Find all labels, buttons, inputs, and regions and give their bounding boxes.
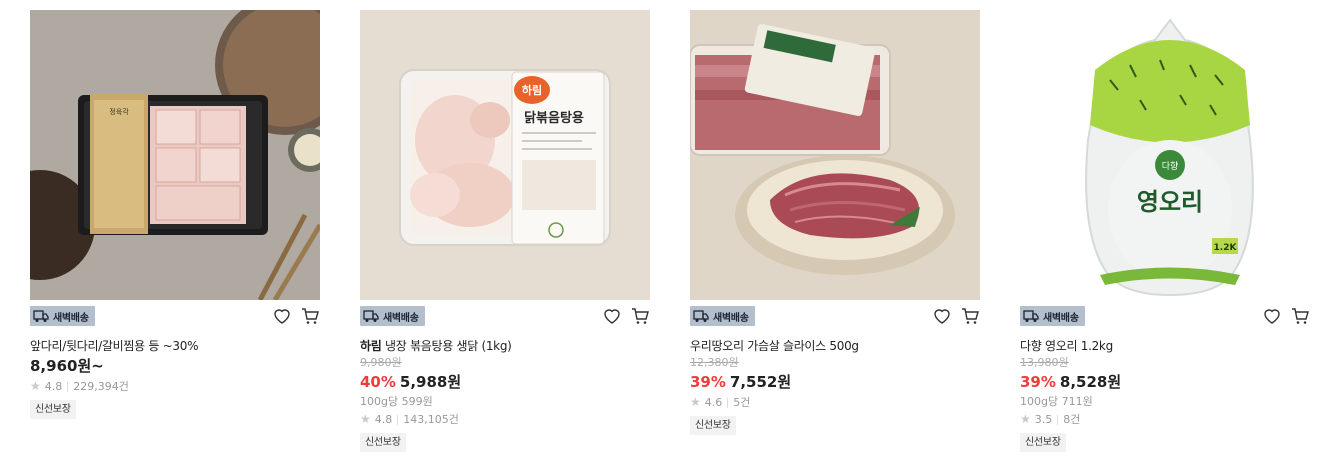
rating-score: 3.5 (1034, 413, 1053, 426)
product-name[interactable]: 우리땅오리 가슴살 슬라이스 500g (690, 338, 980, 354)
review-count: 143,105건 (403, 413, 459, 426)
product-image[interactable]: 다향 영오리 1.2K (1020, 10, 1310, 300)
cart-icon[interactable] (300, 306, 320, 326)
unit-price: 100g당 599원 (360, 395, 433, 408)
divider (397, 414, 399, 425)
rating: ★ 4.6 5건 (690, 395, 980, 410)
package-label: 정육각 (109, 107, 129, 116)
discount-rate: 40% (360, 373, 396, 391)
discount-rate: 39% (690, 373, 726, 391)
rating-score: 4.8 (374, 413, 393, 426)
cart-icon[interactable] (960, 306, 980, 326)
package-weight: 1.2K (1214, 243, 1238, 253)
product-name[interactable]: 하림 냉장 볶음탕용 생닭 (1kg) (360, 338, 650, 354)
star-icon: ★ (1020, 412, 1031, 426)
package-product: 영오리 (1137, 188, 1203, 216)
heart-icon[interactable] (932, 306, 952, 326)
review-count: 5건 (733, 396, 751, 409)
price-row: 39% 8,528원 (1020, 372, 1310, 392)
product-price: 7,552원 (729, 373, 792, 391)
dawn-delivery-badge: 새벽배송 (30, 306, 95, 326)
product-image-whole-duck: 다향 영오리 1.2K (1020, 10, 1310, 300)
review-count: 229,394건 (73, 380, 129, 393)
truck-icon (33, 310, 49, 322)
dawn-delivery-badge: 새벽배송 (360, 306, 425, 326)
package-product: 닭볶음탕용 (524, 110, 584, 126)
fresh-guarantee-tag: 신선보장 (1020, 433, 1066, 452)
package-brand: 하림 (522, 83, 542, 97)
product-image-duck-breast (690, 10, 980, 300)
heart-icon[interactable] (272, 306, 292, 326)
truck-icon (693, 310, 709, 322)
original-price: 13,980원 (1020, 356, 1069, 369)
product-card[interactable]: 하림 닭볶음탕용 새벽배송 하림 냉장 볶음탕용 생닭 (1kg) 9,980원… (360, 10, 650, 452)
product-grid: 정육각 새벽배송 앞다리/뒷다리/갈비찜용 등 ~30% 8,960원~ ★ 4… (0, 0, 1323, 467)
product-price: 5,988원 (399, 373, 462, 391)
product-image[interactable]: 정육각 (30, 10, 320, 300)
badge-label: 새벽배송 (713, 312, 749, 324)
discount-rate: 39% (1020, 373, 1056, 391)
rating: ★ 4.8 229,394건 (30, 379, 320, 394)
divider (1057, 414, 1059, 425)
product-card[interactable]: 정육각 새벽배송 앞다리/뒷다리/갈비찜용 등 ~30% 8,960원~ ★ 4… (30, 10, 320, 419)
fresh-guarantee-tag: 신선보장 (30, 400, 76, 419)
price-row: 40% 5,988원 (360, 372, 650, 392)
product-image-chicken: 하림 닭볶음탕용 (360, 10, 650, 300)
badge-label: 새벽배송 (53, 312, 89, 324)
original-price: 12,380원 (690, 356, 739, 369)
package-brand: 다향 (1162, 160, 1179, 172)
product-price: 8,528원 (1059, 373, 1122, 391)
star-icon: ★ (690, 395, 701, 409)
product-brand: 하림 (360, 339, 382, 353)
rating: ★ 3.5 8건 (1020, 412, 1310, 427)
divider (727, 397, 729, 408)
dawn-delivery-badge: 새벽배송 (1020, 306, 1085, 326)
cart-icon[interactable] (630, 306, 650, 326)
heart-icon[interactable] (1262, 306, 1282, 326)
product-card[interactable]: 새벽배송 우리땅오리 가슴살 슬라이스 500g 12,380원 39% 7,55… (690, 10, 980, 435)
badge-label: 새벽배송 (1043, 312, 1079, 324)
truck-icon (1023, 310, 1039, 322)
rating-score: 4.6 (704, 396, 723, 409)
product-image[interactable] (690, 10, 980, 300)
review-count: 8건 (1063, 413, 1081, 426)
heart-icon[interactable] (602, 306, 622, 326)
product-image-pork: 정육각 (30, 10, 320, 300)
rating-score: 4.8 (44, 380, 63, 393)
price-row: 39% 7,552원 (690, 372, 980, 392)
fresh-guarantee-tag: 신선보장 (360, 433, 406, 452)
product-image[interactable]: 하림 닭볶음탕용 (360, 10, 650, 300)
product-title: 냉장 볶음탕용 생닭 (1kg) (385, 339, 512, 353)
unit-price: 100g당 711원 (1020, 395, 1093, 408)
cart-icon[interactable] (1290, 306, 1310, 326)
original-price: 9,980원 (360, 356, 402, 369)
star-icon: ★ (360, 412, 371, 426)
product-card[interactable]: 다향 영오리 1.2K 새벽배송 다향 영오리 1.2kg 13,980원 39… (1020, 10, 1310, 452)
badge-label: 새벽배송 (383, 312, 419, 324)
product-price: 8,960원~ (30, 357, 104, 375)
price-row: 8,960원~ (30, 356, 320, 376)
rating: ★ 4.8 143,105건 (360, 412, 650, 427)
star-icon: ★ (30, 379, 41, 393)
product-name[interactable]: 다향 영오리 1.2kg (1020, 338, 1310, 354)
dawn-delivery-badge: 새벽배송 (690, 306, 755, 326)
divider (67, 381, 69, 392)
product-name[interactable]: 앞다리/뒷다리/갈비찜용 등 ~30% (30, 338, 320, 354)
truck-icon (363, 310, 379, 322)
fresh-guarantee-tag: 신선보장 (690, 416, 736, 435)
